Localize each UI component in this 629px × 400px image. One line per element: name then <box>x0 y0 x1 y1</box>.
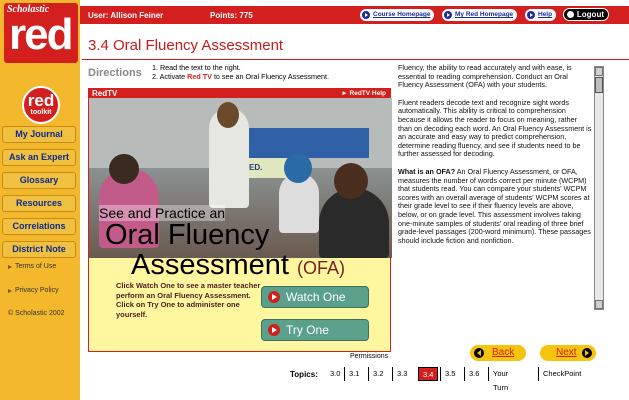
course-homepage-button[interactable]: Course Homepage <box>360 9 435 21</box>
user-name: User: Allison Feiner <box>88 11 164 20</box>
sidebar-item-glossary[interactable]: Glossary <box>2 172 76 189</box>
red-toolkit-badge[interactable]: red toolkit <box>22 86 60 124</box>
ofa-abbreviation: (OFA) <box>297 258 346 278</box>
user-points: Points: 775 <box>210 11 253 20</box>
my-red-homepage-button[interactable]: My Red Homepage <box>442 9 518 21</box>
arrow-right-icon <box>362 11 370 19</box>
permissions-link[interactable]: Permissions <box>350 353 388 360</box>
arrow-right-icon <box>527 11 535 19</box>
tab-topic-3-5[interactable]: 3.5 <box>440 367 455 381</box>
back-button[interactable]: Back <box>470 345 526 361</box>
assessment-word: Assessment <box>131 249 289 281</box>
sidebar-item-correlations[interactable]: Correlations <box>2 218 76 235</box>
privacy-policy-text: Privacy Policy <box>15 287 59 294</box>
direction-step-2-prefix: 2. Activate <box>152 71 186 81</box>
try-one-label: Try One <box>286 323 329 337</box>
copyright-label: Scholastic 2002 <box>15 310 65 317</box>
topics-label: Topics: <box>290 370 318 379</box>
logout-button[interactable]: Logout <box>563 8 609 21</box>
page-title: 3.4 Oral Fluency Assessment <box>88 37 284 54</box>
help-button[interactable]: Help <box>525 9 557 21</box>
student-head <box>334 163 368 199</box>
sidebar-item-resources[interactable]: Resources <box>2 195 76 212</box>
scroll-up-arrow-icon[interactable] <box>595 67 603 76</box>
course-homepage-label: Course Homepage <box>373 11 431 18</box>
help-label: Help <box>538 11 553 18</box>
bullet-arrow-icon <box>8 265 12 269</box>
next-button[interactable]: Next <box>540 345 596 361</box>
teacher-head <box>217 102 239 128</box>
direction-step-2-suffix: to see an Oral Fluency Assessment. <box>213 71 329 81</box>
sidebar-item-district-note[interactable]: District Note <box>2 241 76 258</box>
red-tv-emphasis: Red TV <box>187 71 212 81</box>
direction-step-2: 2. Activate Red TV to see an Oral Fluenc… <box>152 71 329 82</box>
red-tv-player: RedTV ► RedTV Help SUCCEED. See and Prac… <box>88 88 392 352</box>
student-head <box>109 154 139 184</box>
watch-one-button[interactable]: Watch One <box>261 286 369 308</box>
tab-topic-3-0[interactable]: 3.0 <box>326 367 340 381</box>
tab-topic-3-6[interactable]: 3.6 <box>464 367 479 381</box>
my-red-homepage-label: My Red Homepage <box>455 11 514 18</box>
sidebar: Scholastic red red toolkit My Journal As… <box>0 0 80 400</box>
tab-topic-3-1[interactable]: 3.1 <box>344 367 359 381</box>
play-icon <box>268 324 280 336</box>
tab-topic-3-2[interactable]: 3.2 <box>368 367 383 381</box>
logout-label: Logout <box>576 10 604 19</box>
panel-paragraph-2: Fluent readers decode text and recognize… <box>398 97 592 159</box>
tab-checkpoint[interactable]: CheckPoint <box>538 367 581 381</box>
reading-text-panel: Fluency, the ability to read accurately … <box>398 64 592 316</box>
play-icon <box>268 291 280 303</box>
directions-label: Directions <box>88 67 142 79</box>
next-arrow-icon <box>582 348 592 358</box>
red-tv-help-link[interactable]: ► RedTV Help <box>341 89 386 98</box>
directions-text: 1. Read the text to the right. 2. Activa… <box>152 63 329 82</box>
back-arrow-icon <box>474 348 484 358</box>
scholastic-red-logo[interactable]: Scholastic red <box>4 3 78 63</box>
tab-topic-3-3[interactable]: 3.3 <box>392 367 407 381</box>
next-label: Next <box>556 347 577 358</box>
video-instructions: Click Watch One to see a master teacher … <box>116 281 261 319</box>
oral-fluency-heading: Oral Fluency <box>105 219 270 251</box>
bullet-arrow-icon <box>8 289 12 293</box>
panel-paragraph-3: What is an OFA? An Oral Fluency Assessme… <box>398 166 592 245</box>
red-tv-help-label: RedTV Help <box>349 90 386 97</box>
logo-red: red <box>9 10 74 59</box>
panel-paragraph-1: Fluency, the ability to read accurately … <box>398 64 572 90</box>
scroll-down-arrow-icon[interactable] <box>595 300 603 309</box>
top-bar: User: Allison Feiner Points: 775 Course … <box>80 6 629 24</box>
privacy-policy-link[interactable]: Privacy Policy <box>8 287 72 295</box>
copyright-notice: © Scholastic 2002 <box>8 310 72 318</box>
panel-scrollbar[interactable] <box>594 66 604 310</box>
panel-paragraph-3-body: An Oral Fluency Assessment, or OFA, meas… <box>398 166 591 245</box>
try-one-button[interactable]: Try One <box>261 319 369 341</box>
student-head <box>284 153 312 183</box>
sidebar-item-my-journal[interactable]: My Journal <box>2 126 76 143</box>
watch-one-label: Watch One <box>286 290 346 304</box>
tab-your-turn[interactable]: Your Turn <box>488 367 508 392</box>
copyright-text: © Scholastic 2002 <box>8 310 72 318</box>
terms-of-use-text: Terms of Use <box>15 263 57 270</box>
scroll-thumb[interactable] <box>595 77 603 93</box>
red-tv-header: RedTV ► RedTV Help <box>89 89 390 98</box>
tab-topic-3-4[interactable]: 3.4 <box>418 367 439 381</box>
sidebar-item-ask-an-expert[interactable]: Ask an Expert <box>2 149 76 166</box>
toolkit-red-text: red <box>27 91 55 110</box>
arrow-right-icon <box>444 11 452 19</box>
toolkit-label: toolkit <box>30 109 52 116</box>
red-tv-title: RedTV <box>92 89 118 98</box>
back-label: Back <box>492 347 515 358</box>
terms-of-use-link[interactable]: Terms of Use <box>8 263 72 271</box>
title-divider <box>82 59 629 60</box>
assessment-heading: Assessment (OFA) <box>131 250 345 283</box>
logout-icon <box>567 11 574 18</box>
